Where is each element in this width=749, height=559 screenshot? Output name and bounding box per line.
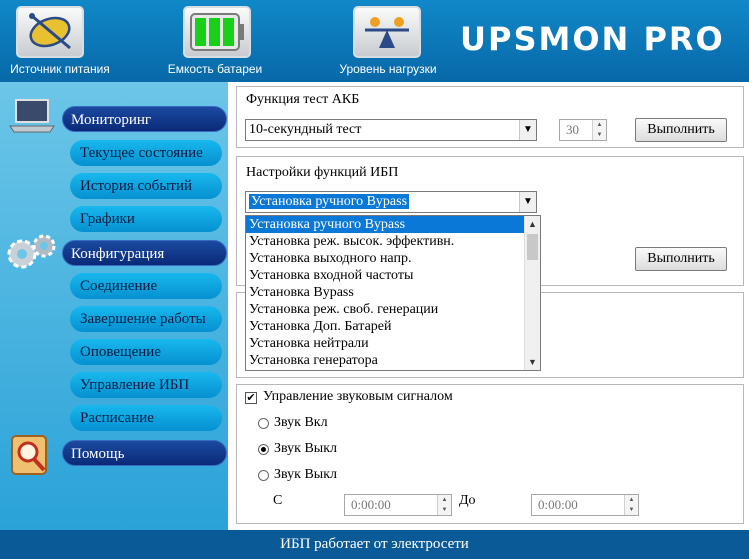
- scrollbar-thumb[interactable]: [527, 234, 538, 260]
- battery-test-select[interactable]: 10-секундный тест ▼: [245, 119, 537, 141]
- app-logo: UPSMON PRO: [460, 20, 725, 58]
- load-level-label: Уровень нагрузки: [339, 62, 437, 76]
- battery-test-selected: 10-секундный тест: [249, 122, 362, 137]
- spin-down-icon[interactable]: ▼: [625, 505, 638, 515]
- chevron-down-icon[interactable]: ▼: [519, 120, 536, 140]
- ups-function-dropdown-list[interactable]: Установка ручного Bypass Установка реж. …: [245, 215, 541, 371]
- sidebar-item-monitoring[interactable]: Мониторинг: [62, 106, 227, 132]
- power-source-label: Источник питания: [10, 62, 110, 76]
- spin-up-icon[interactable]: ▲: [438, 495, 451, 505]
- chevron-down-icon[interactable]: ▼: [519, 192, 536, 212]
- test-duration-spinner[interactable]: 30 ▲ ▼: [559, 119, 607, 141]
- power-source-button[interactable]: Источник питания: [0, 0, 120, 82]
- to-time-value: 0:00:00: [538, 497, 578, 512]
- scroll-down-icon[interactable]: ▼: [525, 354, 540, 370]
- dropdown-option[interactable]: Установка ручного Bypass: [246, 216, 540, 233]
- dropdown-scrollbar[interactable]: ▲ ▼: [524, 216, 540, 370]
- dropdown-option[interactable]: Установка реж. своб. генерации: [246, 301, 540, 318]
- run-ups-function-button[interactable]: Выполнить: [635, 247, 727, 271]
- from-label: С: [273, 493, 283, 508]
- sidebar-item-event-history[interactable]: История событий: [70, 173, 222, 199]
- spin-up-icon[interactable]: ▲: [625, 495, 638, 505]
- sound-on-radio[interactable]: [258, 418, 269, 429]
- dropdown-option[interactable]: Установка входной частоты: [246, 267, 540, 284]
- sidebar-item-schedule[interactable]: Расписание: [70, 405, 222, 431]
- sidebar-item-notification[interactable]: Оповещение: [70, 339, 222, 365]
- sidebar: Мониторинг Текущее состояние История соб…: [0, 82, 228, 530]
- ups-functions-title: Настройки функций ИБП: [246, 165, 399, 180]
- scale-icon: [353, 6, 421, 58]
- battery-capacity-label: Емкость батареи: [167, 62, 263, 76]
- sidebar-item-ups-control[interactable]: Управление ИБП: [70, 372, 222, 398]
- from-time-value: 0:00:00: [351, 497, 391, 512]
- sidebar-item-help[interactable]: Помощь: [62, 440, 227, 466]
- sidebar-item-connection[interactable]: Соединение: [70, 273, 222, 299]
- battery-icon: [183, 6, 251, 58]
- help-magnifier-icon: [8, 434, 56, 475]
- scroll-up-icon[interactable]: ▲: [525, 216, 540, 232]
- sidebar-item-graphs[interactable]: Графики: [70, 206, 222, 232]
- sound-off-radio[interactable]: [258, 444, 269, 455]
- spinner-arrows[interactable]: ▲ ▼: [437, 495, 451, 515]
- load-level-button[interactable]: Уровень нагрузки: [328, 0, 448, 82]
- dropdown-option[interactable]: Установка выходного напр.: [246, 250, 540, 267]
- sidebar-item-current-state[interactable]: Текущее состояние: [70, 140, 222, 166]
- ups-function-selected: Установка ручного Bypass: [249, 194, 410, 209]
- dropdown-option[interactable]: Установка нейтрали: [246, 335, 540, 352]
- sound-off-period-label: Звук Выкл: [274, 467, 337, 482]
- laptop-icon: [8, 96, 56, 136]
- spin-down-icon[interactable]: ▼: [593, 130, 606, 140]
- sound-on-label: Звук Вкл: [274, 415, 328, 430]
- sound-control-checkbox[interactable]: ✔: [245, 392, 257, 404]
- spin-up-icon[interactable]: ▲: [593, 120, 606, 130]
- sound-control-title: Управление звуковым сигналом: [263, 389, 453, 404]
- ups-function-select[interactable]: Установка ручного Bypass ▼: [245, 191, 537, 213]
- run-battery-test-button[interactable]: Выполнить: [635, 118, 727, 142]
- status-bar: ИБП работает от электросети: [0, 530, 749, 559]
- dropdown-option[interactable]: Установка реж. высок. эффективн.: [246, 233, 540, 250]
- dropdown-option[interactable]: Установка генератора: [246, 352, 540, 369]
- plug-icon: [16, 6, 84, 58]
- sidebar-item-configuration[interactable]: Конфигурация: [62, 240, 227, 266]
- dropdown-option[interactable]: Установка Bypass: [246, 284, 540, 301]
- test-duration-value: 30: [566, 122, 579, 137]
- sound-off-label: Звук Выкл: [274, 441, 337, 456]
- top-toolbar: Источник питания Емкость батареи Уровень…: [0, 0, 749, 82]
- spinner-arrows[interactable]: ▲ ▼: [624, 495, 638, 515]
- spinner-arrows[interactable]: ▲ ▼: [592, 120, 606, 140]
- sidebar-item-shutdown[interactable]: Завершение работы: [70, 306, 222, 332]
- battery-capacity-button[interactable]: Емкость батареи: [155, 0, 275, 82]
- to-label: До: [459, 493, 476, 508]
- spin-down-icon[interactable]: ▼: [438, 505, 451, 515]
- gears-icon: [2, 230, 62, 270]
- sound-off-period-radio[interactable]: [258, 470, 269, 481]
- upsmon-window: Источник питания Емкость батареи Уровень…: [0, 0, 749, 559]
- dropdown-option[interactable]: Установка Доп. Батарей: [246, 318, 540, 335]
- to-time-spinner[interactable]: 0:00:00 ▲ ▼: [531, 494, 639, 516]
- battery-test-group: Функция тест АКБ 10-секундный тест ▼ 30 …: [236, 86, 744, 148]
- battery-test-title: Функция тест АКБ: [246, 92, 360, 107]
- sound-control-group: ✔ Управление звуковым сигналом Звук Вкл …: [236, 384, 744, 524]
- from-time-spinner[interactable]: 0:00:00 ▲ ▼: [344, 494, 452, 516]
